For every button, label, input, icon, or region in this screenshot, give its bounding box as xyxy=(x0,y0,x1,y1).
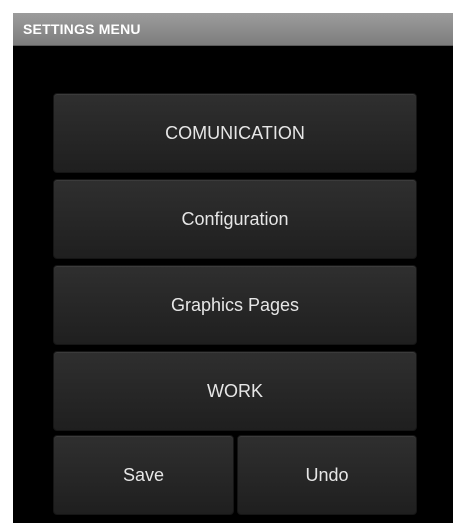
communication-button[interactable]: COMUNICATION xyxy=(53,93,417,173)
save-button[interactable]: Save xyxy=(53,435,234,515)
communication-button-label: COMUNICATION xyxy=(165,122,305,143)
title-bar: SETTINGS MENU xyxy=(13,13,453,46)
configuration-button-label: Configuration xyxy=(181,208,289,229)
graphics-pages-button-label: Graphics Pages xyxy=(170,294,300,315)
work-button-label: WORK xyxy=(207,380,263,401)
work-button[interactable]: WORK xyxy=(53,351,417,431)
window-title: SETTINGS MENU xyxy=(23,21,141,37)
undo-button-label: Undo xyxy=(305,464,349,485)
save-button-label: Save xyxy=(122,464,165,485)
configuration-button[interactable]: Configuration xyxy=(53,179,417,259)
undo-button[interactable]: Undo xyxy=(237,435,417,515)
graphics-pages-button[interactable]: Graphics Pages xyxy=(53,265,417,345)
settings-screen: SETTINGS MENU COMUNICATION Configuration… xyxy=(13,13,453,523)
